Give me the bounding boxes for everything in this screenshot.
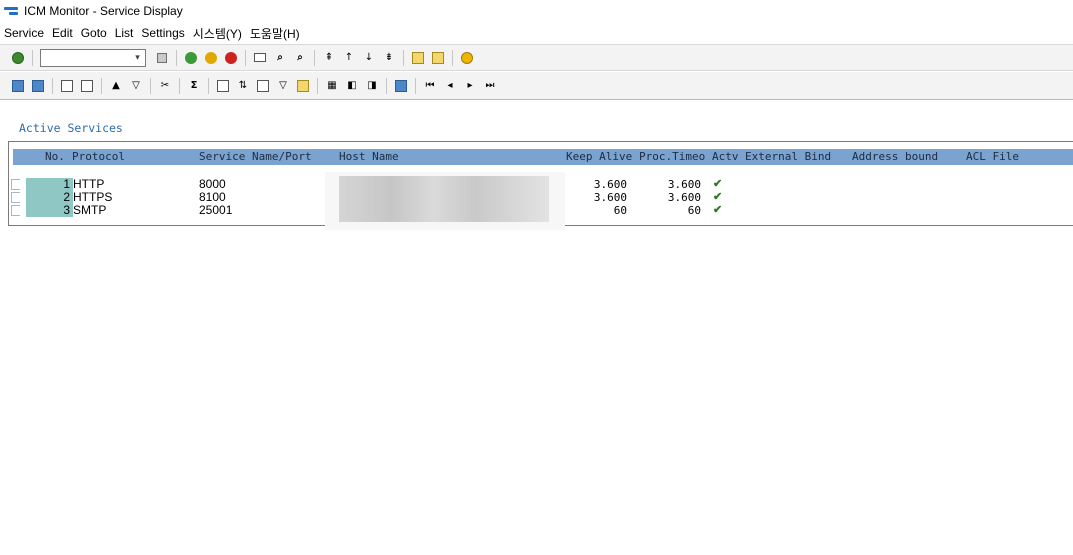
menu-service[interactable]: Service [4, 26, 44, 40]
toolbar-separator [245, 49, 246, 66]
toolbar-separator [415, 77, 416, 94]
new-session-icon[interactable] [411, 51, 425, 65]
toolbar-separator [32, 49, 33, 66]
toolbar-separator [317, 77, 318, 94]
keep-alive-cell: 3.600 [593, 178, 627, 191]
column-header-no[interactable]: No. [45, 150, 65, 163]
toolbar-separator [52, 77, 53, 94]
prev-page-icon[interactable]: ↑ [342, 51, 356, 65]
check-icon[interactable] [11, 51, 25, 65]
grid-icon[interactable]: ▦ [325, 79, 339, 93]
sort-icon[interactable]: ⇅ [236, 79, 250, 93]
toolbar-separator [150, 77, 151, 94]
column-header-address-bound[interactable]: Address bound [852, 150, 938, 163]
filter-set-icon[interactable]: ▽ [276, 79, 290, 93]
last-icon[interactable]: ⏭ [483, 79, 497, 93]
active-check-icon: ✔ [713, 178, 723, 190]
menu-system[interactable]: 시스템(Y) [193, 25, 242, 42]
redaction-blur [339, 176, 549, 222]
export-icon[interactable] [216, 79, 230, 93]
shortcut-icon[interactable] [431, 51, 445, 65]
column-header-keep-alive[interactable]: Keep Alive [566, 150, 632, 163]
active-check-icon: ✔ [713, 204, 723, 216]
proc-timeout-cell: 3.600 [667, 191, 701, 204]
exit-icon[interactable] [204, 51, 218, 65]
first-page-icon[interactable]: ⇞ [322, 51, 336, 65]
column-header-proc-timeout[interactable]: Proc.Timeo [639, 150, 705, 163]
row-selector[interactable] [11, 179, 20, 190]
deselect-icon[interactable] [80, 79, 94, 93]
redacted-host-names [325, 172, 565, 230]
command-field[interactable]: ▾ [40, 48, 146, 67]
toolbar-separator [403, 49, 404, 66]
toolbar-separator [314, 49, 315, 66]
keep-alive-cell: 60 [613, 204, 627, 217]
refresh-icon[interactable] [11, 79, 25, 93]
cancel-icon[interactable] [224, 51, 238, 65]
table-header: No. Protocol Service Name/Port Host Name… [13, 149, 1073, 165]
detail-icon[interactable] [31, 79, 45, 93]
next-page-icon[interactable]: ↓ [362, 51, 376, 65]
port-cell: 25001 [199, 203, 233, 217]
keep-alive-cell: 3.600 [593, 191, 627, 204]
find-icon[interactable]: ⌕ [273, 51, 287, 65]
save-icon[interactable] [155, 51, 169, 65]
column-right-icon[interactable]: ◨ [365, 79, 379, 93]
chevron-down-icon[interactable]: ▾ [132, 52, 143, 64]
last-page-icon[interactable]: ⇟ [382, 51, 396, 65]
column-header-host-name[interactable]: Host Name [339, 150, 399, 163]
menu-list[interactable]: List [115, 26, 134, 40]
column-left-icon[interactable]: ◧ [345, 79, 359, 93]
back-icon[interactable] [184, 51, 198, 65]
window-title: ICM Monitor - Service Display [24, 4, 183, 18]
sum-icon[interactable]: Σ [187, 79, 201, 93]
filter-icon[interactable]: ▽ [129, 79, 143, 93]
row-selector[interactable] [11, 205, 20, 216]
first-icon[interactable]: ⏮ [423, 79, 437, 93]
toolbar-separator [176, 49, 177, 66]
column-header-external-bind[interactable]: External Bind [745, 150, 831, 163]
menu-settings[interactable]: Settings [141, 26, 184, 40]
print-list-icon[interactable]: ▲ [109, 79, 123, 93]
menu-edit[interactable]: Edit [52, 26, 73, 40]
next-icon[interactable]: ▸ [463, 79, 477, 93]
column-header-protocol[interactable]: Protocol [72, 150, 125, 163]
select-icon[interactable] [60, 79, 74, 93]
layout-icon[interactable] [296, 79, 310, 93]
previous-icon[interactable]: ◂ [443, 79, 457, 93]
menu-goto[interactable]: Goto [81, 26, 107, 40]
menu-help[interactable]: 도움말(H) [250, 25, 300, 42]
row-number: 3 [26, 204, 73, 217]
copy-icon[interactable] [256, 79, 270, 93]
application-toolbar: ▲ ▽ ✂ Σ ⇅ ▽ ▦ ◧ ◨ ⏮ ◂ ▸ ⏭ [0, 72, 1073, 100]
help-icon[interactable] [460, 51, 474, 65]
services-table: No. Protocol Service Name/Port Host Name… [8, 141, 1073, 230]
column-header-active[interactable]: Actv [712, 150, 739, 163]
column-header-service-port[interactable]: Service Name/Port [199, 150, 312, 163]
toolbar-separator [179, 77, 180, 94]
toolbar-separator [386, 77, 387, 94]
menu-bar: Service Edit Goto List Settings 시스템(Y) 도… [0, 23, 308, 43]
standard-toolbar: ▾ ⌕ ⌕ ⇞ ↑ ↓ ⇟ [0, 44, 1073, 71]
cut-icon[interactable]: ✂ [158, 79, 172, 93]
toolbar-separator [208, 77, 209, 94]
column-header-acl-file[interactable]: ACL File [966, 150, 1019, 163]
toolbar-separator [101, 77, 102, 94]
info-icon[interactable] [394, 79, 408, 93]
find-next-icon[interactable]: ⌕ [293, 51, 307, 65]
section-label: Active Services [19, 121, 123, 135]
title-bar: ICM Monitor - Service Display [0, 0, 1073, 22]
protocol-cell: SMTP [73, 203, 107, 217]
active-check-icon: ✔ [713, 191, 723, 203]
toolbar-separator [452, 49, 453, 66]
proc-timeout-cell: 3.600 [667, 178, 701, 191]
row-selector[interactable] [11, 192, 20, 203]
proc-timeout-cell: 60 [687, 204, 701, 217]
print-icon[interactable] [253, 51, 267, 65]
sap-logo-icon [4, 6, 18, 16]
